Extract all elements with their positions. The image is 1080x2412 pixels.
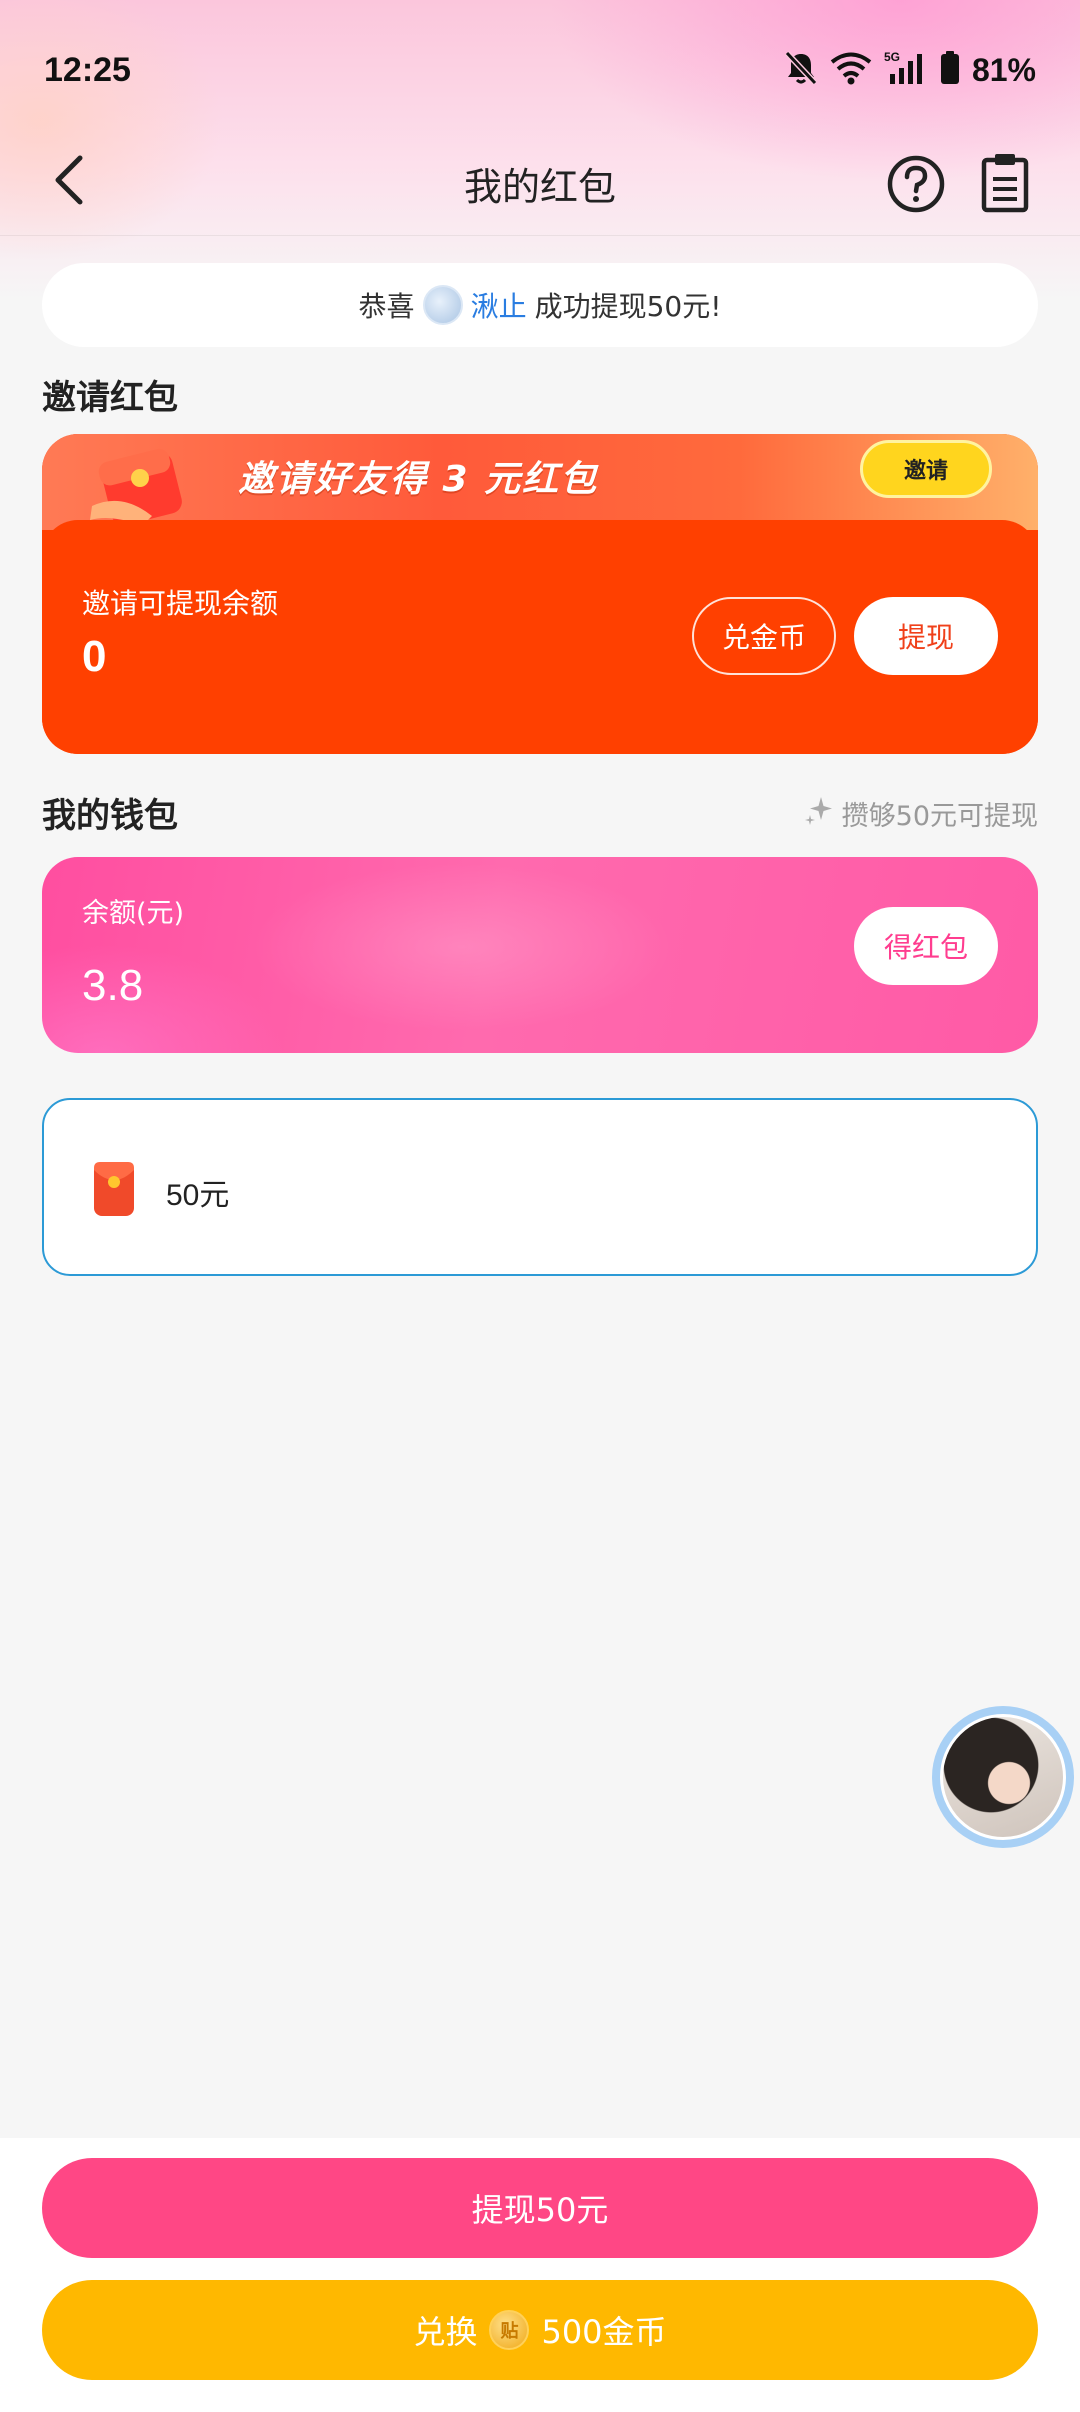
floating-avatar-button[interactable]: [932, 1706, 1074, 1848]
status-bar: 12:25 5G 81%: [0, 0, 1080, 140]
question-circle-icon: [886, 155, 946, 218]
records-button[interactable]: [980, 152, 1030, 216]
wallet-section-title: 我的钱包: [42, 796, 178, 836]
invite-button[interactable]: 邀请: [860, 440, 992, 498]
avatar: [940, 1714, 1066, 1840]
invite-balance-panel: 邀请可提现余额 0 兑金币 提现: [42, 520, 1038, 754]
red-envelope-icon: [92, 1160, 136, 1218]
withdraw-option-label: 50元: [166, 1179, 230, 1212]
wallet-tip: 攒够50元可提现: [804, 794, 1038, 833]
bell-off-icon: [784, 50, 818, 90]
wallet-balance-value: 3.8: [82, 961, 144, 1010]
invite-banner-text: 邀请好友得 3 元红包: [238, 459, 599, 500]
clipboard-icon: [980, 154, 1030, 218]
battery-icon: [940, 51, 960, 89]
get-red-packet-button[interactable]: 得红包: [854, 907, 998, 985]
exchange-prefix: 兑换: [413, 2313, 478, 2351]
invite-balance-value: 0: [82, 632, 107, 681]
sparkle-icon: [804, 795, 834, 832]
signal-icon: 5G: [884, 50, 928, 90]
ticker-prefix: 恭喜: [358, 290, 415, 323]
wallet-card: 余额(元) 3.8 得红包: [42, 857, 1038, 1053]
withdraw-option-50[interactable]: 50元: [42, 1098, 1038, 1276]
exchange-coins-button[interactable]: 兑换 贴 500金币: [42, 2280, 1038, 2380]
invite-balance-label: 邀请可提现余额: [82, 587, 279, 620]
invite-section-title: 邀请红包: [42, 378, 178, 418]
exchange-suffix: 500金币: [541, 2313, 667, 2351]
nav-header: 我的红包: [0, 130, 1080, 236]
coin-icon: 贴: [489, 2310, 530, 2350]
avatar: [422, 285, 463, 325]
wallet-tip-text: 攒够50元可提现: [841, 801, 1038, 832]
wifi-icon: [830, 51, 872, 89]
bottom-action-bar: 提现50元 兑换 贴 500金币: [0, 2138, 1080, 2412]
red-envelope-gift-icon: [82, 434, 232, 530]
withdraw-50-button[interactable]: 提现50元: [42, 2158, 1038, 2258]
invite-withdraw-button[interactable]: 提现: [854, 597, 998, 675]
invite-card: 邀请好友得 3 元红包 邀请 邀请可提现余额 0 兑金币 提现: [42, 434, 1038, 754]
invite-banner[interactable]: 邀请好友得 3 元红包 邀请: [42, 434, 1038, 530]
exchange-coin-button[interactable]: 兑金币: [692, 597, 836, 675]
ticker-suffix: 成功提现50元!: [534, 290, 722, 323]
wallet-balance-label: 余额(元): [82, 898, 185, 929]
status-time: 12:25: [44, 50, 131, 89]
network-type-label: 5G: [884, 50, 900, 64]
ticker-username: 湫止: [470, 290, 527, 323]
withdraw-announcement: 恭喜 湫止 成功提现50元!: [42, 263, 1038, 347]
help-button[interactable]: [886, 154, 946, 214]
status-icons: 5G 81%: [784, 50, 1036, 90]
battery-percentage: 81%: [971, 51, 1036, 88]
